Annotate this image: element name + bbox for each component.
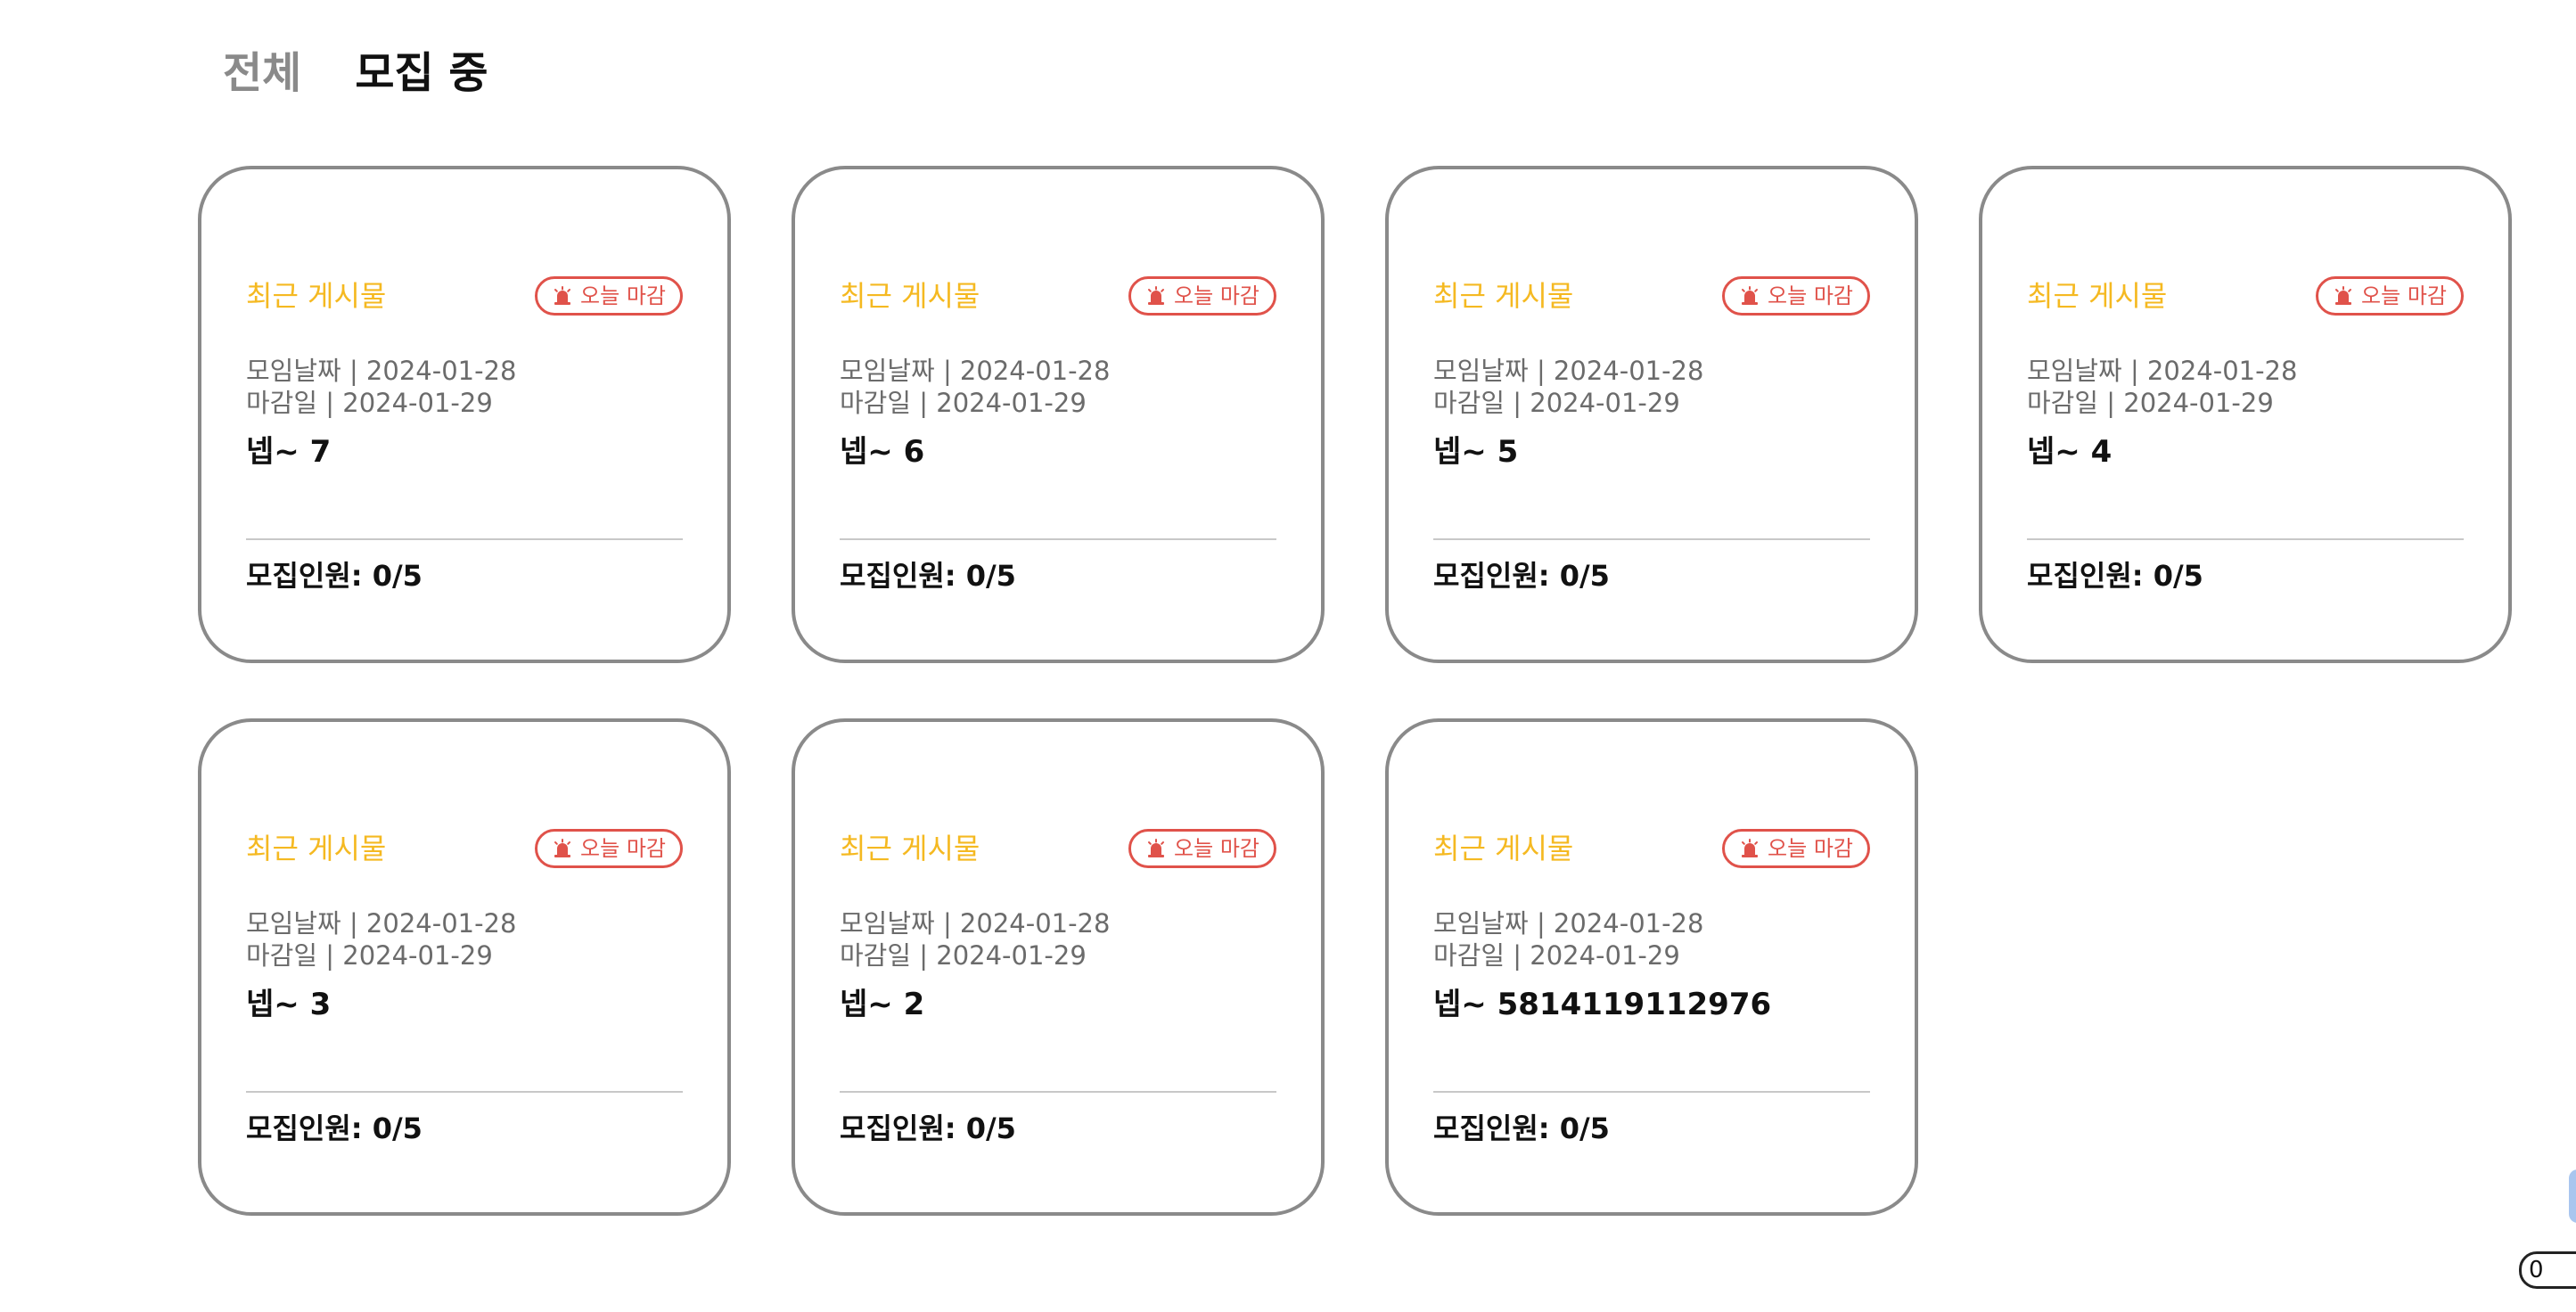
alarm-icon	[2335, 286, 2352, 305]
card-dates: 모임날짜 | 2024-01-28 마감일 | 2024-01-29	[2027, 355, 2297, 419]
recruit-count: 모집인원: 0/5	[246, 1111, 422, 1145]
card-dates: 모임날짜 | 2024-01-28 마감일 | 2024-01-29	[840, 907, 1110, 972]
deadline-badge-label: 오늘 마감	[1768, 836, 1853, 861]
deadline-badge-label: 오늘 마감	[1174, 836, 1259, 861]
post-card[interactable]: 최근 게시물 오늘 마감 모임날짜 | 2024-01-28 마감일 | 202…	[1385, 166, 1918, 663]
deadline-badge-label: 오늘 마감	[1768, 283, 1853, 308]
tab-all[interactable]: 전체	[223, 52, 301, 94]
card-divider	[246, 1091, 683, 1093]
card-title: 넵~ 6	[840, 434, 925, 470]
post-card[interactable]: 최근 게시물 오늘 마감 모임날짜 | 2024-01-28 마감일 | 202…	[198, 718, 731, 1216]
card-title: 넵~ 4	[2027, 434, 2112, 470]
recruit-count: 모집인원: 0/5	[840, 559, 1016, 593]
meeting-date: 모임날짜 | 2024-01-28	[1433, 356, 1704, 386]
recent-post-label: 최근 게시물	[1433, 279, 1574, 313]
post-card[interactable]: 최근 게시물 오늘 마감 모임날짜 | 2024-01-28 마감일 | 202…	[198, 166, 731, 663]
deadline-today-badge: 오늘 마감	[535, 829, 683, 868]
recruit-count: 모집인원: 0/5	[1433, 559, 1610, 593]
card-divider	[840, 538, 1276, 540]
deadline-today-badge: 오늘 마감	[1128, 276, 1276, 316]
card-divider	[246, 538, 683, 540]
card-divider	[1433, 538, 1870, 540]
deadline-badge-label: 오늘 마감	[1174, 283, 1259, 308]
deadline-date: 마감일 | 2024-01-29	[1433, 388, 1680, 418]
recruit-count: 모집인원: 0/5	[246, 559, 422, 593]
counter-input[interactable]	[2519, 1251, 2576, 1289]
card-dates: 모임날짜 | 2024-01-28 마감일 | 2024-01-29	[840, 355, 1110, 419]
post-card-grid: 최근 게시물 오늘 마감 모임날짜 | 2024-01-28 마감일 | 202…	[198, 166, 2512, 1216]
side-panel-handle[interactable]	[2569, 1169, 2576, 1223]
meeting-date: 모임날짜 | 2024-01-28	[246, 356, 517, 386]
meeting-date: 모임날짜 | 2024-01-28	[1433, 908, 1704, 939]
recent-post-label: 최근 게시물	[246, 832, 387, 865]
alarm-icon	[554, 839, 571, 857]
card-divider	[1433, 1091, 1870, 1093]
recent-post-label: 최근 게시물	[2027, 279, 2168, 313]
post-card[interactable]: 최근 게시물 오늘 마감 모임날짜 | 2024-01-28 마감일 | 202…	[792, 166, 1325, 663]
card-header: 최근 게시물 오늘 마감	[246, 829, 683, 868]
alarm-icon	[1742, 286, 1759, 305]
meeting-date: 모임날짜 | 2024-01-28	[840, 908, 1111, 939]
recruit-count: 모집인원: 0/5	[2027, 559, 2203, 593]
card-title: 넵~ 7	[246, 434, 332, 470]
deadline-badge-label: 오늘 마감	[2361, 283, 2447, 308]
post-card[interactable]: 최근 게시물 오늘 마감 모임날짜 | 2024-01-28 마감일 | 202…	[792, 718, 1325, 1216]
deadline-date: 마감일 | 2024-01-29	[246, 388, 493, 418]
card-header: 최근 게시물 오늘 마감	[840, 829, 1276, 868]
deadline-today-badge: 오늘 마감	[1722, 829, 1870, 868]
meeting-date: 모임날짜 | 2024-01-28	[840, 356, 1111, 386]
meeting-date: 모임날짜 | 2024-01-28	[246, 908, 517, 939]
card-title: 넵~ 5814119112976	[1433, 987, 1772, 1022]
alarm-icon	[554, 286, 571, 305]
card-divider	[840, 1091, 1276, 1093]
recent-post-label: 최근 게시물	[1433, 832, 1574, 865]
card-title: 넵~ 2	[840, 987, 925, 1022]
deadline-date: 마감일 | 2024-01-29	[840, 940, 1087, 971]
card-header: 최근 게시물 오늘 마감	[840, 276, 1276, 316]
card-dates: 모임날짜 | 2024-01-28 마감일 | 2024-01-29	[1433, 355, 1703, 419]
post-card[interactable]: 최근 게시물 오늘 마감 모임날짜 | 2024-01-28 마감일 | 202…	[1385, 718, 1918, 1216]
card-header: 최근 게시물 오늘 마감	[246, 276, 683, 316]
alarm-icon	[1148, 286, 1165, 305]
deadline-badge-label: 오늘 마감	[580, 836, 666, 861]
deadline-date: 마감일 | 2024-01-29	[2027, 388, 2274, 418]
deadline-today-badge: 오늘 마감	[2316, 276, 2464, 316]
card-dates: 모임날짜 | 2024-01-28 마감일 | 2024-01-29	[246, 907, 516, 972]
card-dates: 모임날짜 | 2024-01-28 마감일 | 2024-01-29	[1433, 907, 1703, 972]
post-card[interactable]: 최근 게시물 오늘 마감 모임날짜 | 2024-01-28 마감일 | 202…	[1979, 166, 2512, 663]
alarm-icon	[1742, 839, 1759, 857]
deadline-date: 마감일 | 2024-01-29	[1433, 940, 1680, 971]
recent-post-label: 최근 게시물	[840, 832, 980, 865]
deadline-today-badge: 오늘 마감	[535, 276, 683, 316]
deadline-date: 마감일 | 2024-01-29	[246, 940, 493, 971]
recent-post-label: 최근 게시물	[246, 279, 387, 313]
recruit-count: 모집인원: 0/5	[840, 1111, 1016, 1145]
card-header: 최근 게시물 오늘 마감	[2027, 276, 2464, 316]
card-title: 넵~ 5	[1433, 434, 1519, 470]
filter-tabs: 전체 모집 중	[223, 52, 488, 94]
card-header: 최근 게시물 오늘 마감	[1433, 829, 1870, 868]
deadline-badge-label: 오늘 마감	[580, 283, 666, 308]
deadline-today-badge: 오늘 마감	[1128, 829, 1276, 868]
alarm-icon	[1148, 839, 1165, 857]
card-title: 넵~ 3	[246, 987, 332, 1022]
recruit-count: 모집인원: 0/5	[1433, 1111, 1610, 1145]
card-header: 최근 게시물 오늘 마감	[1433, 276, 1870, 316]
card-divider	[2027, 538, 2464, 540]
card-dates: 모임날짜 | 2024-01-28 마감일 | 2024-01-29	[246, 355, 516, 419]
deadline-today-badge: 오늘 마감	[1722, 276, 1870, 316]
tab-recruiting[interactable]: 모집 중	[355, 52, 488, 94]
recent-post-label: 최근 게시물	[840, 279, 980, 313]
deadline-date: 마감일 | 2024-01-29	[840, 388, 1087, 418]
meeting-date: 모임날짜 | 2024-01-28	[2027, 356, 2298, 386]
